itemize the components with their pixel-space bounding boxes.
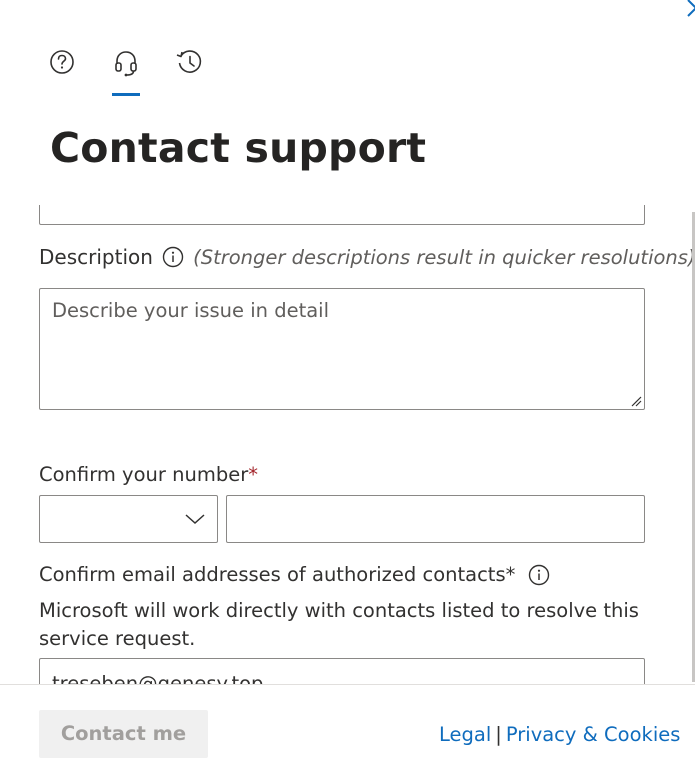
confirm-email-label: Confirm email addresses of authorized co…: [39, 563, 506, 586]
phone-number-input[interactable]: [226, 495, 645, 543]
confirm-email-help-text: Microsoft will work directly with contac…: [39, 599, 639, 650]
chevron-down-icon: [185, 514, 205, 525]
description-label: Description: [39, 245, 153, 269]
footer-links: Legal | Privacy & Cookies: [439, 723, 680, 746]
tab-history[interactable]: [166, 40, 210, 88]
legal-link[interactable]: Legal: [439, 723, 491, 746]
info-icon[interactable]: [528, 564, 550, 586]
close-icon: [687, 0, 695, 17]
required-mark: *: [505, 563, 516, 586]
contact-me-label: Contact me: [60, 722, 187, 745]
support-tabs: [40, 40, 240, 100]
contact-support-panel: Contact support Description (Stronger de…: [0, 0, 695, 761]
footer: Contact me Legal | Privacy & Cookies: [0, 684, 695, 761]
help-icon: [50, 50, 74, 74]
resize-grip-icon[interactable]: [630, 395, 642, 407]
confirm-number-label: Confirm your number*: [39, 463, 258, 486]
contact-me-button[interactable]: Contact me: [39, 710, 208, 758]
description-textarea[interactable]: Describe your issue in detail: [39, 288, 645, 410]
info-icon[interactable]: [162, 246, 184, 268]
form-scroll-area[interactable]: Description (Stronger descriptions resul…: [0, 205, 695, 685]
close-button[interactable]: [676, 0, 695, 26]
country-code-dropdown[interactable]: [39, 495, 218, 543]
tab-contact-support[interactable]: [104, 40, 148, 96]
required-mark: *: [248, 463, 258, 486]
link-separator: |: [495, 723, 502, 746]
authorized-contacts-email-input[interactable]: treseben@genesy.top: [39, 658, 645, 685]
description-hint: (Stronger descriptions result in quicker…: [193, 245, 695, 269]
description-label-row: Description (Stronger descriptions resul…: [39, 245, 695, 271]
history-icon: [176, 50, 202, 73]
previous-field-input[interactable]: [39, 205, 645, 225]
active-tab-indicator: [112, 93, 140, 96]
page-title: Contact support: [50, 124, 427, 172]
confirm-number-label-text: Confirm your number: [39, 463, 249, 486]
tab-help[interactable]: [40, 40, 84, 88]
description-placeholder: Describe your issue in detail: [52, 299, 330, 322]
privacy-cookies-link[interactable]: Privacy & Cookies: [506, 723, 681, 746]
confirm-email-label-row: Confirm email addresses of authorized co…: [39, 563, 550, 586]
headset-icon: [115, 51, 137, 77]
